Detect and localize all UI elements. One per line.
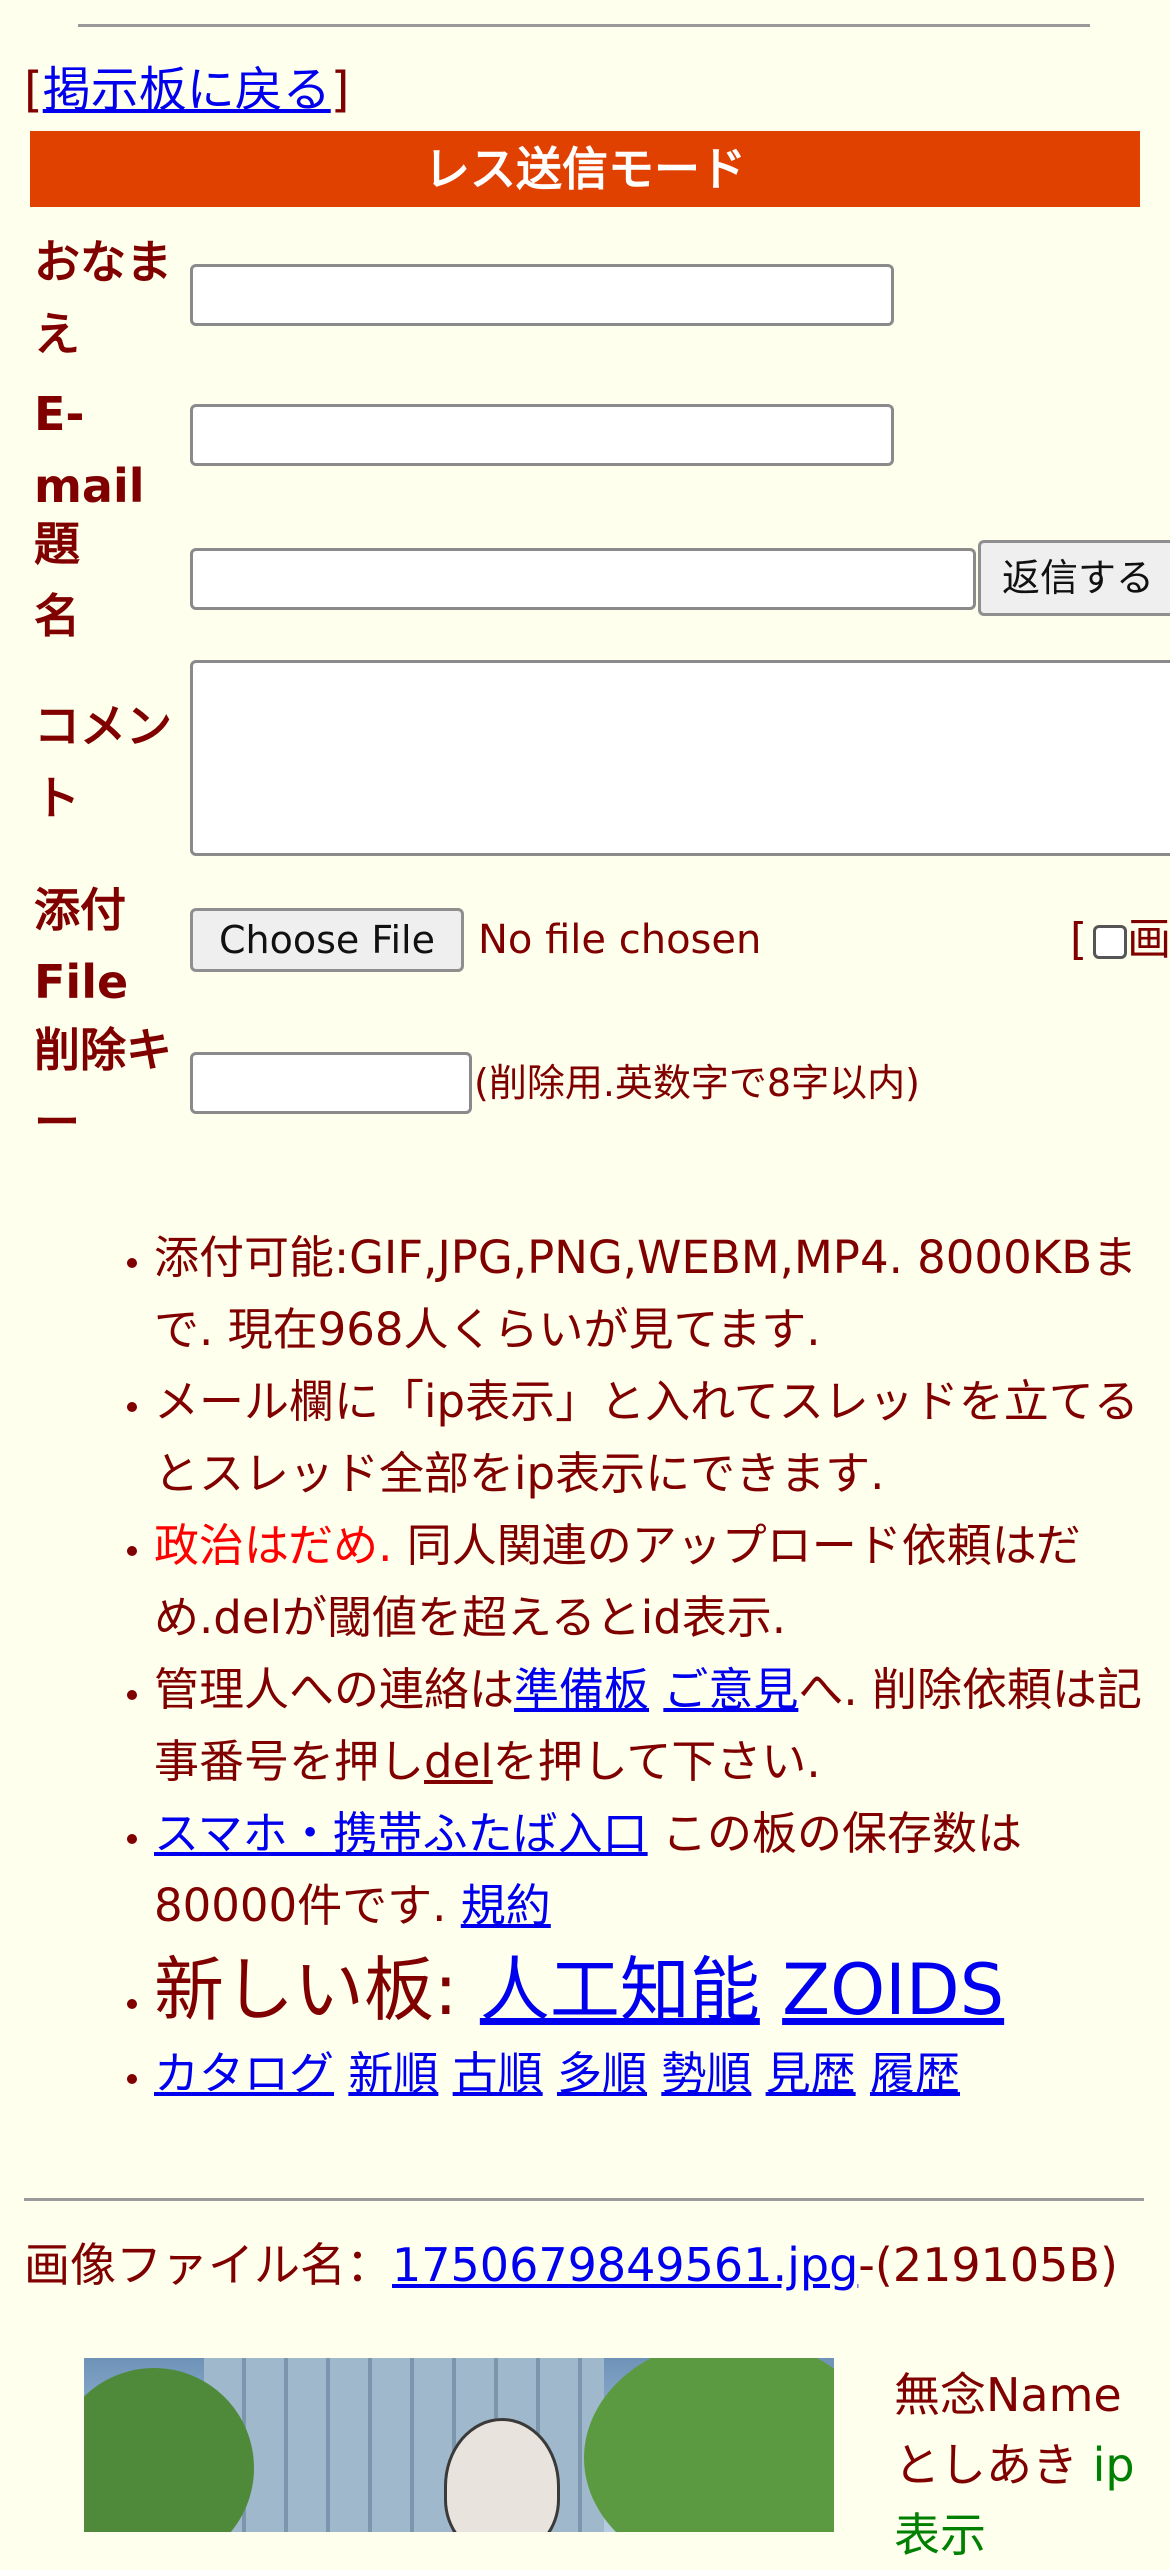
delete-key-hint: (削除用.英数字で8字以内): [474, 1061, 920, 1105]
delete-key-label: 削除キー: [34, 1023, 172, 1149]
prep-board-link[interactable]: 準備板: [514, 1663, 649, 1716]
image-file-line: 画像ファイル名：1750679849561.jpg-(219105B): [24, 2236, 1154, 2294]
subject-label: 題名: [34, 517, 80, 643]
bracket-close: ]: [330, 62, 350, 118]
new-boards-label: 新しい板:: [154, 1949, 480, 2031]
rule-ip-display: メール欄に「ip表示」と入れてスレッドを立てるとスレッド全部をip表示にできます…: [154, 1366, 1160, 1510]
rule-storage: スマホ・携帯ふたば入口 この板の保存数は80000件です. 規約: [154, 1798, 1160, 1942]
rule-politics-warning: 政治はだめ.: [154, 1519, 393, 1572]
rule-contact: 管理人への連絡は準備板 ご意見へ. 削除依頼は記事番号を押しdelを押して下さい…: [154, 1654, 1160, 1798]
subject-input[interactable]: [190, 548, 976, 610]
reply-mode-header: レス送信モード: [30, 131, 1140, 207]
mobile-entry-link[interactable]: スマホ・携帯ふたば入口: [154, 1807, 648, 1860]
terms-link[interactable]: 規約: [461, 1879, 551, 1932]
email-label: E-mail: [34, 387, 145, 513]
nav-post-history-link[interactable]: 履歴: [870, 2047, 960, 2100]
image-option-checkbox[interactable]: [1093, 925, 1128, 959]
ai-board-link[interactable]: 人工知能: [480, 1949, 760, 2031]
post-name-line1: 無念Name: [894, 2368, 1122, 2422]
bracket-open: [: [24, 62, 43, 118]
back-to-board-link[interactable]: 掲示板に戻る: [43, 62, 331, 118]
nav-momentum-link[interactable]: 勢順: [661, 2047, 751, 2100]
reply-submit-button[interactable]: 返信する: [978, 540, 1170, 616]
sort-nav: カタログ 新順 古順 多順 勢順 見歴 履歴: [154, 2038, 1160, 2110]
delete-key-input[interactable]: [190, 1052, 472, 1114]
zoids-board-link[interactable]: ZOIDS: [782, 1949, 1004, 2031]
nav-oldest-link[interactable]: 古順: [453, 2047, 543, 2100]
file-label: 添付File: [34, 883, 129, 1009]
del-link[interactable]: del: [424, 1735, 493, 1788]
image-option-text: 画: [1127, 914, 1170, 965]
nav-newest-link[interactable]: 新順: [348, 2047, 438, 2100]
post-author: 無念Name としあき ip表示: [894, 2360, 1170, 2570]
name-label: おなまえ: [34, 235, 172, 361]
post-name-line2: としあき: [894, 2438, 1078, 2492]
comment-textarea[interactable]: [190, 660, 1170, 856]
no-file-chosen-text: No file chosen: [478, 917, 762, 963]
rule-attachments-text: 添付可能:GIF,JPG,PNG,WEBM,MP4. 8000KBまで. 現在9…: [154, 1231, 1138, 1356]
back-link-wrapper: [掲示板に戻る]: [24, 60, 349, 120]
board-rules-list: 添付可能:GIF,JPG,PNG,WEBM,MP4. 8000KBまで. 現在9…: [0, 1222, 1160, 2110]
nav-most-replies-link[interactable]: 多順: [557, 2047, 647, 2100]
image-option: [画: [1070, 905, 1170, 975]
comment-label: コメント: [34, 699, 172, 825]
image-file-size: -(219105B): [858, 2238, 1118, 2292]
image-file-label: 画像ファイル名：: [24, 2238, 392, 2292]
top-divider: [78, 24, 1090, 27]
new-boards: 新しい板: 人工知能 ZOIDS: [154, 1942, 1160, 2038]
rule-contact-text-c: を押して下さい.: [492, 1735, 821, 1788]
name-input[interactable]: [190, 264, 894, 326]
thumbnail-tree-right: [584, 2358, 834, 2532]
post-image-thumbnail[interactable]: [84, 2358, 834, 2532]
rule-ip-display-text: メール欄に「ip表示」と入れてスレッドを立てるとスレッド全部をip表示にできます…: [154, 1375, 1139, 1500]
choose-file-button[interactable]: Choose File: [190, 908, 464, 972]
feedback-link[interactable]: ご意見: [663, 1663, 798, 1716]
rule-contact-text-a: 管理人への連絡は: [154, 1663, 515, 1716]
nav-viewed-history-link[interactable]: 見歴: [766, 2047, 856, 2100]
rule-politics: 政治はだめ. 同人関連のアップロード依頼はだめ.delが閾値を超えるとid表示.: [154, 1510, 1160, 1654]
rule-attachments: 添付可能:GIF,JPG,PNG,WEBM,MP4. 8000KBまで. 現在9…: [154, 1222, 1160, 1366]
image-option-bracket: [: [1070, 914, 1088, 965]
thread-divider: [24, 2198, 1144, 2201]
email-input[interactable]: [190, 404, 894, 466]
image-file-link[interactable]: 1750679849561.jpg: [392, 2238, 858, 2292]
nav-catalog-link[interactable]: カタログ: [154, 2047, 334, 2100]
